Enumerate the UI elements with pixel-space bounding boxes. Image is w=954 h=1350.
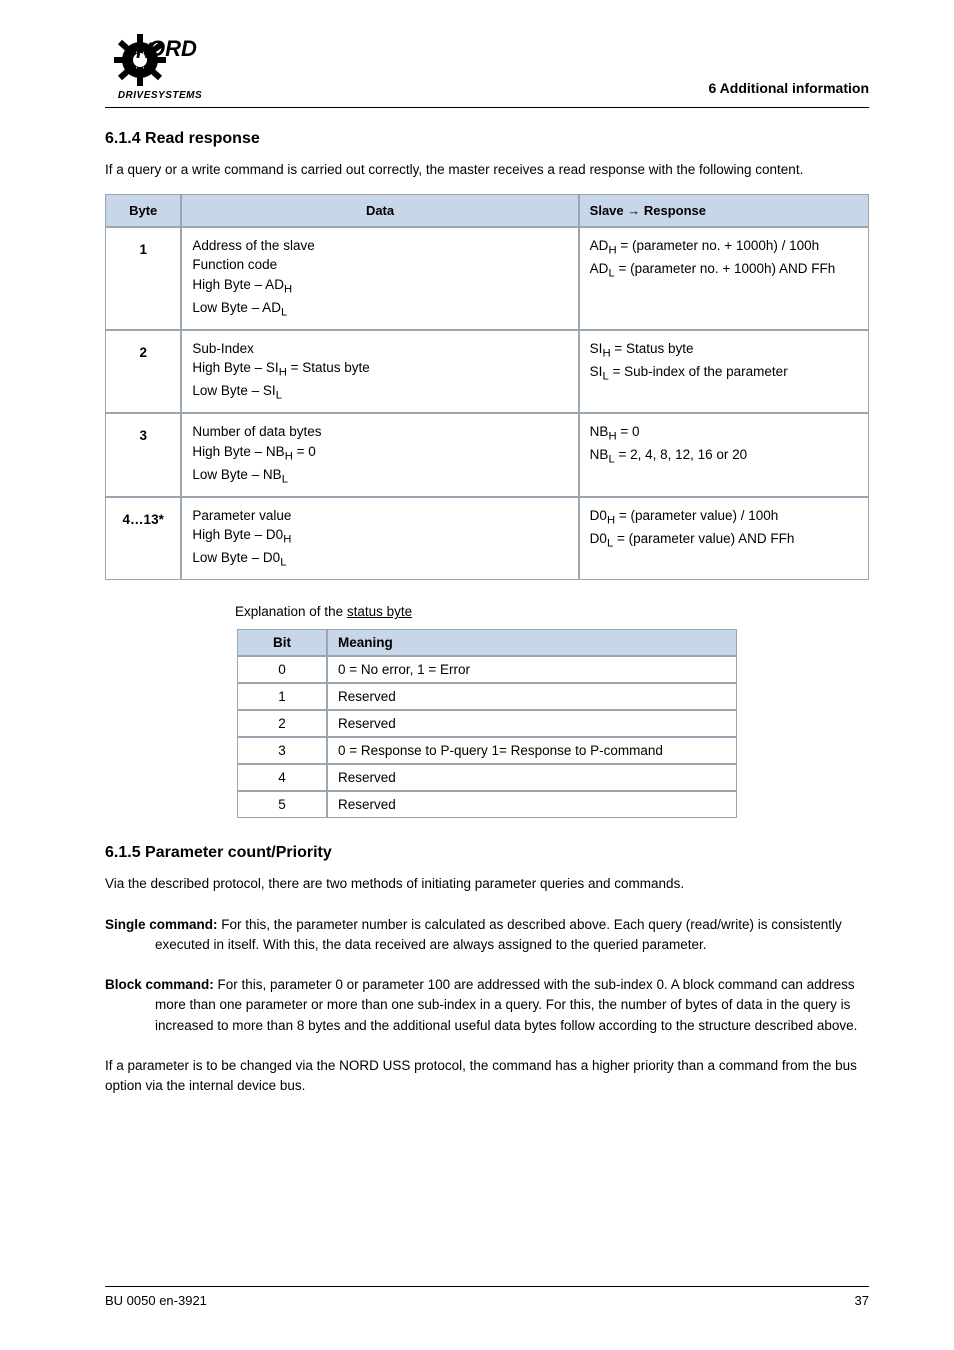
header-rule: [105, 107, 869, 108]
read-response-table: Byte Data Slave → Response 1Address of t…: [105, 194, 869, 581]
table-cell-data: Number of data bytesHigh Byte – NBH = 0L…: [181, 413, 578, 497]
para-single-command: Single command: For this, the parameter …: [105, 915, 869, 956]
table-cell-bit: 5: [237, 791, 327, 818]
logo-subtext: DRIVESYSTEMS: [118, 90, 202, 101]
table-cell-bit: 1: [237, 683, 327, 710]
section-heading-read-response: 6.1.4 Read response: [105, 130, 869, 148]
table-cell-byte: 1: [105, 227, 181, 330]
svg-text:ORD: ORD: [148, 36, 197, 61]
single-command-label: Single command:: [105, 917, 218, 932]
para-methods-intro: Via the described protocol, there are tw…: [105, 874, 869, 894]
table-cell-data: Address of the slaveFunction codeHigh By…: [181, 227, 578, 330]
nord-gear-logo-icon: ORD N: [110, 30, 210, 92]
explain-underline: status byte: [347, 604, 412, 619]
page-footer: BU 0050 en-3921 37: [105, 1286, 869, 1308]
page-header: ORD N DRIVESYSTEMS 6 Additional informat…: [105, 30, 869, 101]
table-cell-response: SIH = Status byteSIL = Sub-index of the …: [579, 330, 869, 414]
col-header-byte: Byte: [105, 194, 181, 227]
col-header-response: Slave → Response: [579, 194, 869, 227]
table-cell-response: ADH = (parameter no. + 1000h) / 100hADL …: [579, 227, 869, 330]
table-cell-bit: 2: [237, 710, 327, 737]
col-header-meaning: Meaning: [327, 629, 737, 656]
table-cell-bit: 3: [237, 737, 327, 764]
explain-label: Explanation of the: [235, 604, 343, 619]
para-priority-note: If a parameter is to be changed via the …: [105, 1056, 869, 1097]
section-heading-param-count: 6.1.5 Parameter count/Priority: [105, 844, 869, 862]
footer-page-number: 37: [855, 1293, 869, 1308]
table-cell-meaning: Reserved: [327, 683, 737, 710]
status-byte-explain: Explanation of the status byte: [235, 604, 869, 619]
table-cell-byte: 4…13*: [105, 497, 181, 581]
table-cell-meaning: 0 = Response to P-query 1= Response to P…: [327, 737, 737, 764]
table-cell-bit: 0: [237, 656, 327, 683]
section-intro-text: If a query or a write command is carried…: [105, 160, 869, 180]
svg-text:N: N: [136, 38, 153, 63]
chapter-title: 6 Additional information: [709, 30, 869, 96]
footer-rule: [105, 1286, 869, 1287]
para-block-command: Block command: For this, parameter 0 or …: [105, 975, 869, 1036]
table-cell-meaning: Reserved: [327, 710, 737, 737]
table-cell-data: Parameter valueHigh Byte – D0HLow Byte –…: [181, 497, 578, 581]
block-command-label: Block command:: [105, 977, 214, 992]
col-header-bit: Bit: [237, 629, 327, 656]
table-cell-response: D0H = (parameter value) / 100hD0L = (par…: [579, 497, 869, 581]
table-cell-meaning: 0 = No error, 1 = Error: [327, 656, 737, 683]
table-cell-meaning: Reserved: [327, 764, 737, 791]
status-byte-table: Bit Meaning 00 = No error, 1 = Error1Res…: [237, 629, 737, 818]
table-cell-byte: 3: [105, 413, 181, 497]
table-cell-response: NBH = 0NBL = 2, 4, 8, 12, 16 or 20: [579, 413, 869, 497]
table-cell-data: Sub-IndexHigh Byte – SIH = Status byteLo…: [181, 330, 578, 414]
table-cell-meaning: Reserved: [327, 791, 737, 818]
col-header-data: Data: [181, 194, 578, 227]
block-command-text: For this, parameter 0 or parameter 100 a…: [155, 977, 857, 1033]
table-cell-bit: 4: [237, 764, 327, 791]
table-cell-byte: 2: [105, 330, 181, 414]
single-command-text: For this, the parameter number is calcul…: [155, 917, 842, 952]
brand-logo: ORD N DRIVESYSTEMS: [105, 30, 215, 101]
footer-doc-id: BU 0050 en-3921: [105, 1293, 207, 1308]
